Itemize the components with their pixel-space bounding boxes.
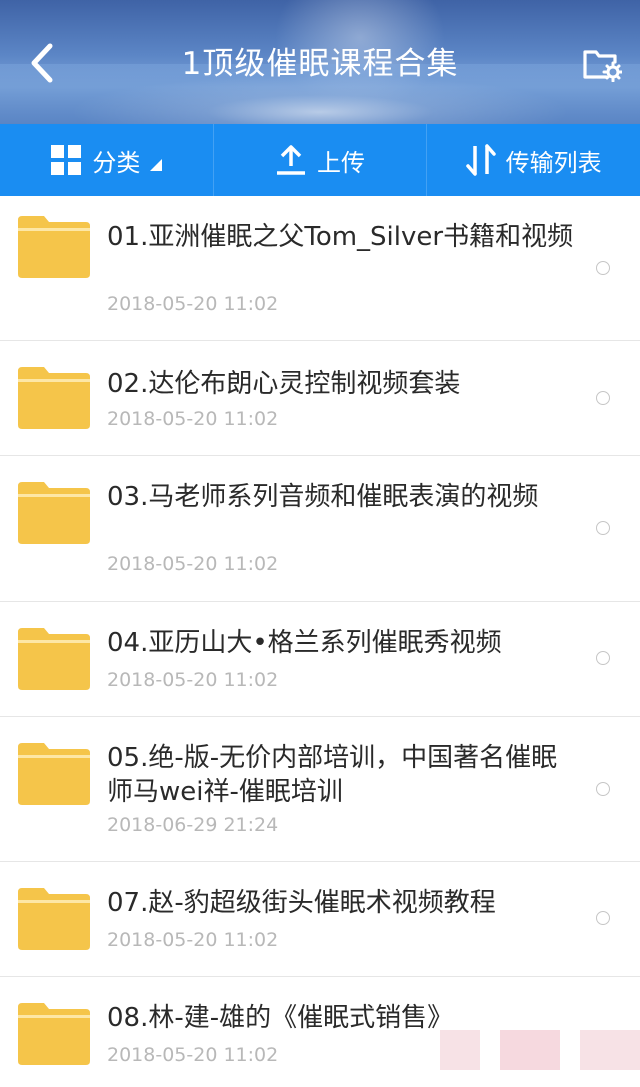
select-radio[interactable] [596,521,610,535]
folder-settings-button[interactable] [582,44,624,83]
select-radio[interactable] [596,782,610,796]
header-bar: 1顶级催眠课程合集 [0,0,640,124]
watermark-block [580,1030,640,1070]
folder-name: 03.马老师系列音频和催眠表演的视频 [107,482,539,512]
folder-icon [18,743,90,805]
page-title: 1顶级催眠课程合集 [181,46,459,82]
folder-date: 2018-05-20 11:02 [107,1044,279,1066]
folder-name: 04.亚历山大•格兰系列催眠秀视频 [107,628,502,658]
folder-settings-icon [583,50,624,83]
folder-name: 02.达伦布朗心灵控制视频套装 [107,369,461,399]
folder-date: 2018-05-20 11:02 [107,293,279,315]
file-list-item[interactable]: 03.马老师系列音频和催眠表演的视频 2018-05-20 11:02 [0,456,640,602]
file-list-item[interactable]: 02.达伦布朗心灵控制视频套装 2018-05-20 11:02 [0,341,640,456]
folder-name: 05.绝-版-无价内部培训，中国著名催眠师马wei祥-催眠培训 [107,743,558,807]
transfer-list-label: 传输列表 [505,148,602,177]
select-radio[interactable] [596,391,610,405]
folder-icon [18,367,90,429]
watermark-block [500,1030,560,1070]
grid-icon [51,145,82,175]
file-list-item[interactable]: 04.亚历山大•格兰系列催眠秀视频 2018-05-20 11:02 [0,602,640,717]
watermark-block [440,1030,480,1070]
action-toolbar: 分类 上传 传输列表 [0,124,640,196]
folder-date: 2018-05-20 11:02 [107,408,279,430]
select-radio[interactable] [596,911,610,925]
upload-icon [277,145,305,175]
folder-date: 2018-05-20 11:02 [107,929,279,951]
folder-icon [18,888,90,950]
file-list-item[interactable]: 07.赵-豹超级街头催眠术视频教程 2018-05-20 11:02 [0,862,640,977]
file-list-item[interactable]: 05.绝-版-无价内部培训，中国著名催眠师马wei祥-催眠培训 2018-06-… [0,717,640,862]
file-list-item[interactable]: 01.亚洲催眠之父Tom_Silver书籍和视频 2018-05-20 11:0… [0,196,640,341]
folder-icon [18,216,90,278]
select-radio[interactable] [596,651,610,665]
folder-icon [18,482,90,544]
upload-button[interactable]: 上传 [212,124,427,196]
file-list: 01.亚洲催眠之父Tom_Silver书籍和视频 2018-05-20 11:0… [0,196,640,1087]
chevron-left-icon [31,43,53,83]
back-button[interactable] [24,40,60,86]
folder-date: 2018-05-20 11:02 [107,553,279,575]
category-button[interactable]: 分类 [0,124,213,196]
folder-icon [18,1003,90,1065]
folder-date: 2018-06-29 21:24 [107,814,279,836]
folder-date: 2018-05-20 11:02 [107,669,279,691]
folder-name: 07.赵-豹超级街头催眠术视频教程 [107,888,496,918]
select-radio[interactable] [596,261,610,275]
dropdown-triangle-icon [150,159,163,171]
upload-label: 上传 [317,148,365,177]
transfer-arrows-icon [465,144,496,176]
folder-icon [18,628,90,690]
category-label: 分类 [92,148,141,177]
transfer-list-button[interactable]: 传输列表 [426,124,640,196]
folder-name: 01.亚洲催眠之父Tom_Silver书籍和视频 [107,222,574,252]
